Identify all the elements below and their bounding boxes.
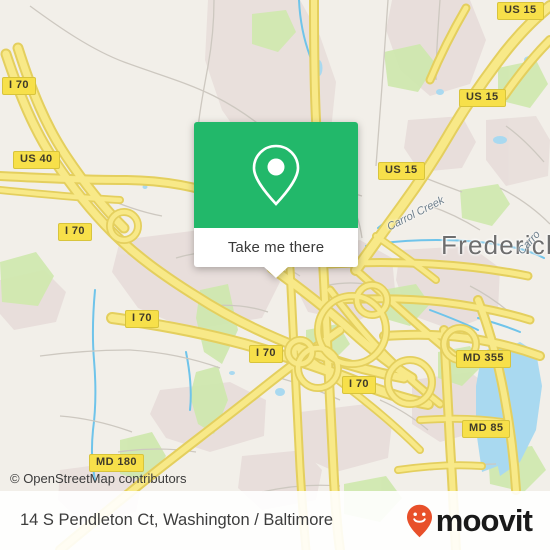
callout-action-area[interactable]: Take me there <box>194 228 358 278</box>
road-shield-md180[interactable]: MD 180 <box>89 454 144 472</box>
road-shield-i70-west[interactable]: I 70 <box>58 223 92 241</box>
address-label: 14 S Pendleton Ct, Washington / Baltimor… <box>20 511 334 529</box>
map-screenshot: Frederick Carrol Creek Carro US 15 US 15… <box>0 0 550 550</box>
callout-icon-area <box>194 122 358 228</box>
map-attribution[interactable]: © OpenStreetMap contributors <box>10 471 187 486</box>
callout-pointer-tail <box>263 266 289 278</box>
road-shield-md85[interactable]: MD 85 <box>462 420 511 438</box>
road-shield-us15-south[interactable]: US 15 <box>378 162 425 180</box>
bottom-info-bar: 14 S Pendleton Ct, Washington / Baltimor… <box>0 491 550 550</box>
road-shield-i70-center[interactable]: I 70 <box>249 345 283 363</box>
road-shield-i70-southwest[interactable]: I 70 <box>125 310 159 328</box>
road-shield-i70-east[interactable]: I 70 <box>342 376 376 394</box>
road-shield-i70-northwest[interactable]: I 70 <box>2 77 36 95</box>
moovit-brand[interactable]: moovit <box>406 503 533 538</box>
moovit-smiley-pin-icon <box>406 504 432 537</box>
moovit-wordmark: moovit <box>435 503 533 538</box>
road-shield-us15-north[interactable]: US 15 <box>497 2 544 20</box>
destination-callout-card[interactable]: Take me there <box>194 122 358 278</box>
take-me-there-label: Take me there <box>227 239 325 256</box>
road-shield-md355[interactable]: MD 355 <box>456 350 511 368</box>
location-pin-icon <box>252 144 300 206</box>
road-shield-us40[interactable]: US 40 <box>13 151 60 169</box>
road-shield-us15-mid[interactable]: US 15 <box>459 89 506 107</box>
